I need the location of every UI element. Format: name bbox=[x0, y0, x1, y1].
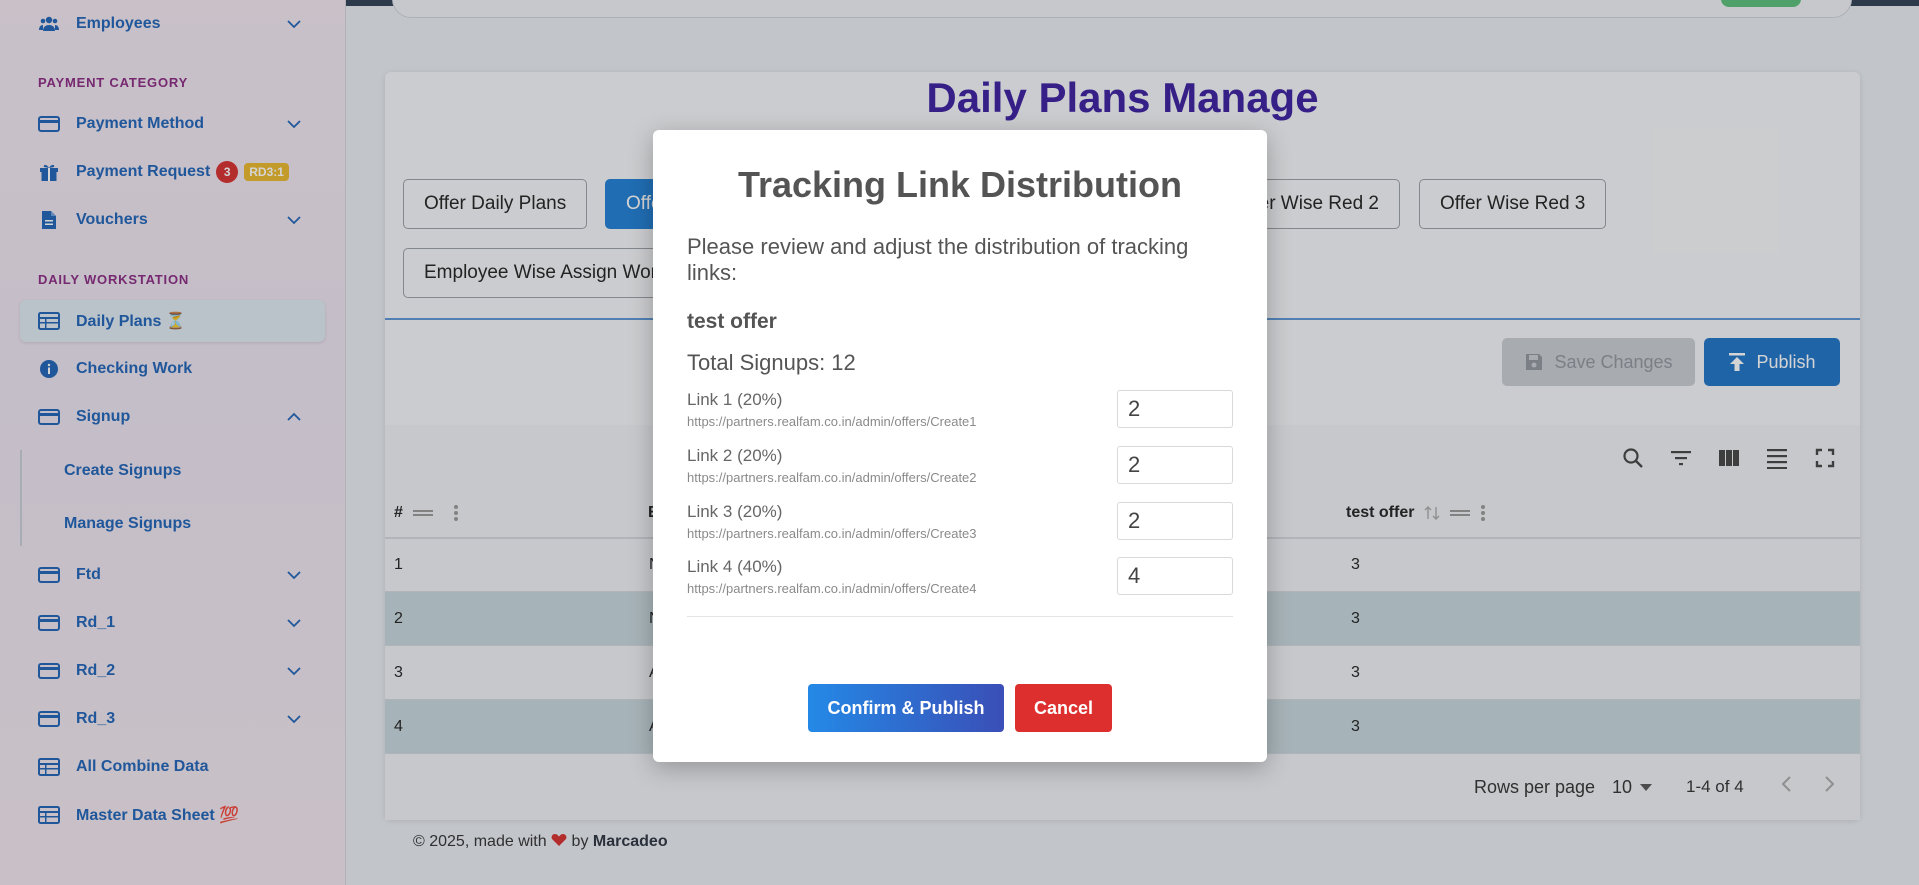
total-signups: Total Signups: 12 bbox=[687, 350, 856, 375]
link-count-input[interactable] bbox=[1117, 502, 1233, 540]
tracking-link-dialog: Tracking Link Distribution Please review… bbox=[653, 130, 1267, 762]
link-count-input[interactable] bbox=[1117, 390, 1233, 428]
link-row: Link 4 (40%) https://partners.realfam.co… bbox=[687, 557, 1233, 601]
link-row: Link 2 (20%) https://partners.realfam.co… bbox=[687, 446, 1233, 490]
link-count-input[interactable] bbox=[1117, 446, 1233, 484]
offer-name: test offer bbox=[687, 310, 777, 333]
link-url: https://partners.realfam.co.in/admin/off… bbox=[687, 414, 977, 429]
link-row: Link 3 (20%) https://partners.realfam.co… bbox=[687, 502, 1233, 546]
link-label: Link 1 (20%) bbox=[687, 390, 783, 409]
cancel-button[interactable]: Cancel bbox=[1015, 684, 1112, 732]
link-count-input[interactable] bbox=[1117, 557, 1233, 595]
confirm-publish-button[interactable]: Confirm & Publish bbox=[808, 684, 1004, 732]
link-url: https://partners.realfam.co.in/admin/off… bbox=[687, 526, 977, 541]
dialog-divider bbox=[687, 616, 1233, 617]
link-row: Link 1 (20%) https://partners.realfam.co… bbox=[687, 390, 1233, 434]
link-url: https://partners.realfam.co.in/admin/off… bbox=[687, 470, 977, 485]
dialog-description: Please review and adjust the distributio… bbox=[687, 234, 1189, 285]
link-label: Link 4 (40%) bbox=[687, 557, 783, 576]
link-url: https://partners.realfam.co.in/admin/off… bbox=[687, 581, 977, 596]
dialog-title: Tracking Link Distribution bbox=[737, 164, 1183, 205]
link-label: Link 2 (20%) bbox=[687, 446, 783, 465]
link-label: Link 3 (20%) bbox=[687, 502, 783, 521]
